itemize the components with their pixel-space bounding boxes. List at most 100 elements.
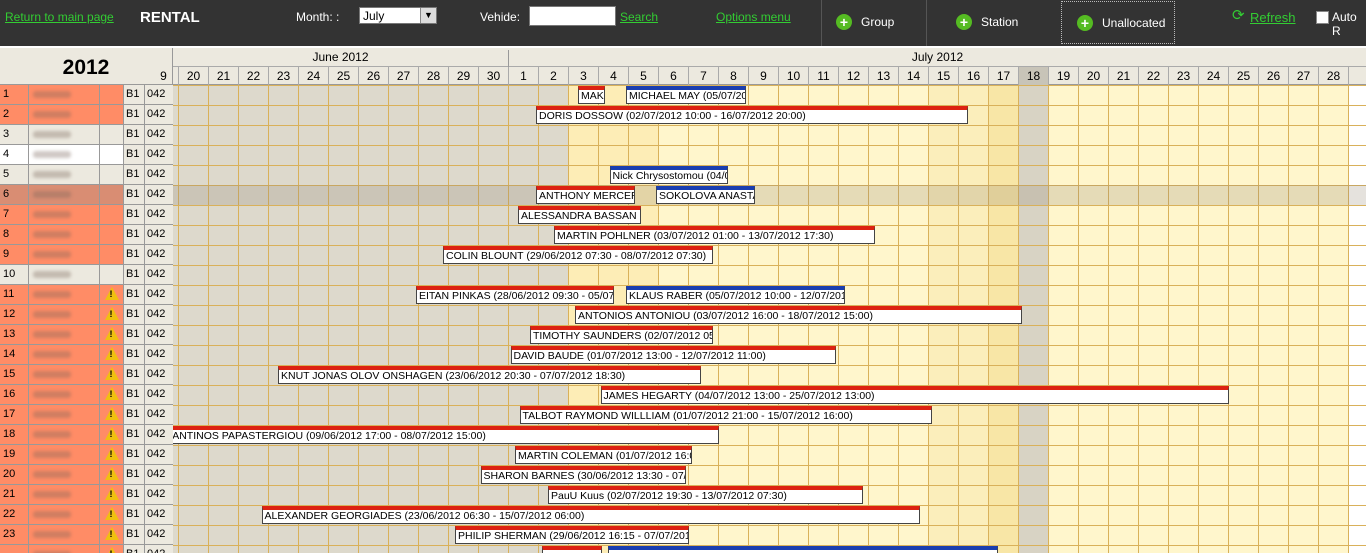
vehicle-row[interactable]: 15! B1 042 <box>0 365 173 385</box>
day-header-cell[interactable]: 14 <box>899 67 929 85</box>
month-select[interactable]: July ▼ <box>359 7 437 24</box>
day-header-cell[interactable]: 25 <box>329 67 359 85</box>
booking-bar[interactable]: ALEXANDER GEORGIADES (23/06/2012 06:30 -… <box>261 506 920 524</box>
day-header-cell[interactable]: 15 <box>929 67 959 85</box>
booking-bar[interactable]: JAMES HEGARTY (04/07/2012 13:00 - 25/07/… <box>600 386 1229 404</box>
day-header-cell[interactable]: 17 <box>989 67 1019 85</box>
warning-icon[interactable]: ! <box>104 367 119 380</box>
day-header-cell[interactable]: 27 <box>1289 67 1319 85</box>
warning-icon[interactable]: ! <box>104 327 119 340</box>
booking-bar[interactable] <box>542 546 602 553</box>
vehicle-row[interactable]: 22! B1 042 <box>0 505 173 525</box>
unallocated-button[interactable]: + Unallocated <box>1061 1 1175 44</box>
chevron-down-icon[interactable]: ▼ <box>420 8 436 23</box>
booking-bar[interactable]: DORIS DOSSOW (02/07/2012 10:00 - 16/07/2… <box>536 106 968 124</box>
booking-bar[interactable]: PHILIP SHERMAN (29/06/2012 16:15 - 07/07… <box>455 526 689 544</box>
vehicle-row[interactable]: 8 B1 042 <box>0 225 173 245</box>
booking-bar[interactable]: KNUT JONAS OLOV ONSHAGEN (23/06/2012 20:… <box>278 366 701 384</box>
vehicle-row[interactable]: 9 B1 042 <box>0 245 173 265</box>
vehicle-row[interactable]: 2 B1 042 <box>0 105 173 125</box>
vehicle-row[interactable]: 14! B1 042 <box>0 345 173 365</box>
day-header-cell[interactable]: 19 <box>1049 67 1079 85</box>
day-header-cell[interactable]: 26 <box>359 67 389 85</box>
warning-icon[interactable]: ! <box>104 547 119 553</box>
vehicle-row[interactable]: 19! B1 042 <box>0 445 173 465</box>
day-header-cell[interactable]: 20 <box>179 67 209 85</box>
day-header-cell[interactable]: 7 <box>689 67 719 85</box>
warning-icon[interactable]: ! <box>104 407 119 420</box>
station-button[interactable]: + Station <box>956 0 1018 44</box>
warning-icon[interactable]: ! <box>104 447 119 460</box>
day-header-cell[interactable]: 13 <box>869 67 899 85</box>
vehicle-row[interactable]: 5 B1 042 <box>0 165 173 185</box>
vehicle-row[interactable]: 11! B1 042 <box>0 285 173 305</box>
booking-bar[interactable]: SOKOLOVA ANASTAS <box>656 186 755 204</box>
day-header-cell[interactable]: 3 <box>569 67 599 85</box>
warning-icon[interactable]: ! <box>104 527 119 540</box>
booking-bar[interactable]: MARTIN POHLNER (03/07/2012 01:00 - 13/07… <box>554 226 875 244</box>
day-header-cell[interactable]: 6 <box>659 67 689 85</box>
warning-icon[interactable]: ! <box>104 507 119 520</box>
vehicle-row[interactable]: 7 B1 042 <box>0 205 173 225</box>
day-header-cell[interactable]: 26 <box>1259 67 1289 85</box>
warning-icon[interactable]: ! <box>104 347 119 360</box>
booking-bar[interactable]: TIMOTHY SAUNDERS (02/07/2012 05: <box>530 326 713 344</box>
vehicle-row[interactable]: 3 B1 042 <box>0 125 173 145</box>
day-header-cell[interactable]: 29 <box>449 67 479 85</box>
refresh-icon[interactable]: ⟳ <box>1232 6 1245 24</box>
day-header-cell[interactable]: 27 <box>389 67 419 85</box>
day-header-cell[interactable]: 11 <box>809 67 839 85</box>
vehicle-row[interactable]: 18! B1 042 <box>0 425 173 445</box>
vehicle-row[interactable]: 1 B1 042 <box>0 85 173 105</box>
vehicle-row[interactable]: ! B1042 <box>0 545 173 553</box>
day-header-cell[interactable]: 8 <box>719 67 749 85</box>
booking-bar[interactable] <box>608 546 998 553</box>
warning-icon[interactable]: ! <box>104 287 119 300</box>
vehicle-row[interactable]: 4 B1 042 <box>0 145 173 165</box>
day-header-cell[interactable]: 1 <box>509 67 539 85</box>
day-header-cell[interactable]: 24 <box>1199 67 1229 85</box>
booking-bar[interactable]: MARTIN COLEMAN (01/07/2012 16:00 <box>515 446 692 464</box>
day-header-cell[interactable]: 25 <box>1229 67 1259 85</box>
day-header-cell[interactable]: 9 <box>149 67 179 85</box>
day-header-cell[interactable]: 16 <box>959 67 989 85</box>
booking-bar[interactable]: COLIN BLOUNT (29/06/2012 07:30 - 08/07/2… <box>443 246 713 264</box>
vehicle-row[interactable]: 13! B1 042 <box>0 325 173 345</box>
booking-bar[interactable]: KLAUS RABER (05/07/2012 10:00 - 12/07/20… <box>626 286 845 304</box>
return-to-main-link[interactable]: Return to main page <box>5 10 114 24</box>
booking-bar[interactable]: PauU Kuus (02/07/2012 19:30 - 13/07/2012… <box>548 486 863 504</box>
warning-icon[interactable]: ! <box>104 467 119 480</box>
vehicle-row[interactable]: 6 B1 042 <box>0 185 173 205</box>
day-header-cell[interactable]: 9 <box>749 67 779 85</box>
day-header-cell[interactable]: 4 <box>599 67 629 85</box>
day-header-cell[interactable]: 23 <box>269 67 299 85</box>
day-header-cell[interactable]: 21 <box>1109 67 1139 85</box>
vehicle-row[interactable]: 10 B1 042 <box>0 265 173 285</box>
day-header-cell[interactable]: 18 <box>1019 67 1049 85</box>
vehicle-input[interactable] <box>529 6 616 26</box>
day-header-cell[interactable]: 23 <box>1169 67 1199 85</box>
day-header-cell[interactable]: 22 <box>1139 67 1169 85</box>
day-header-cell[interactable]: 20 <box>1079 67 1109 85</box>
vehicle-row[interactable]: 21! B1 042 <box>0 485 173 505</box>
booking-bar[interactable]: MICHAEL MAY (05/07/20 <box>626 86 746 104</box>
booking-bar[interactable]: TALBOT RAYMOND WILLLIAM (01/07/2012 21:0… <box>519 406 932 424</box>
booking-bar[interactable]: DAVID BAUDE (01/07/2012 13:00 - 12/07/20… <box>510 346 836 364</box>
booking-bar[interactable]: SHARON BARNES (30/06/2012 13:30 - 07/0 <box>480 466 686 484</box>
vehicle-row[interactable]: 17! B1 042 <box>0 405 173 425</box>
warning-icon[interactable]: ! <box>104 307 119 320</box>
auto-refresh-checkbox[interactable] <box>1316 11 1329 24</box>
booking-bar[interactable]: NSTANTINOS PAPASTERGIOU (09/06/2012 17:0… <box>149 426 719 444</box>
booking-bar[interactable]: ANTHONY MERCER ( <box>536 186 635 204</box>
group-button[interactable]: + Group <box>836 0 894 44</box>
booking-bar[interactable]: ALESSANDRA BASSAN (01/07/2012 20:20 - <box>518 206 641 224</box>
booking-bar[interactable]: ANTONIOS ANTONIOU (03/07/2012 16:00 - 18… <box>575 306 1022 324</box>
vehicle-row[interactable]: 16! B1 042 <box>0 385 173 405</box>
day-header-cell[interactable]: 24 <box>299 67 329 85</box>
day-header-cell[interactable]: 28 <box>419 67 449 85</box>
booking-bar[interactable]: EITAN PINKAS (28/06/2012 09:30 - 05/07 <box>416 286 614 304</box>
day-header-cell[interactable]: 2 <box>539 67 569 85</box>
vehicle-row[interactable]: 20! B1 042 <box>0 465 173 485</box>
options-menu-link[interactable]: Options menu <box>716 10 791 24</box>
day-header-cell[interactable]: 5 <box>629 67 659 85</box>
